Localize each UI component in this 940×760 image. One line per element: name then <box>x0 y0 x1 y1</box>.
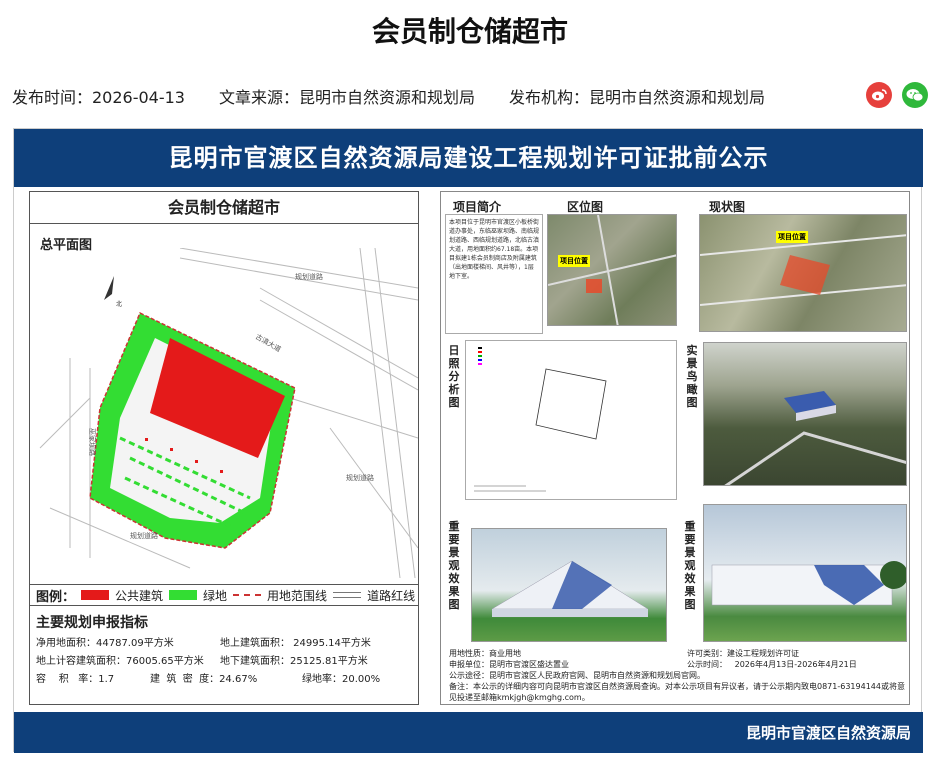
sun-analysis-image <box>465 340 677 500</box>
aerial-view-image <box>703 342 907 486</box>
intro-label: 项目简介 <box>453 200 502 214</box>
render2-label: 重要景观效果图 <box>684 520 696 611</box>
info-license-type: 许可类别：建设工程规划许可证 <box>687 649 799 658</box>
indicator-far: 容 积 率：1.7 <box>36 674 115 685</box>
info-note: 备注：本公示的详细内容可向昆明市官渡区自然资源局查询。对本公示项目有异议者，请于… <box>449 682 905 702</box>
legend-label-green: 绿地 <box>203 588 228 603</box>
legend-title: 图例： <box>36 589 76 605</box>
public-notice-poster: 昆明市官渡区自然资源局建设工程规划许可证批前公示 会员制仓储超市 总平面图 规划… <box>13 128 923 753</box>
info-channel: 公示途径：昆明市官渡区人民政府官网、昆明市自然资源和规划局官网。 <box>449 671 705 680</box>
status-map-label: 现状图 <box>709 200 746 214</box>
project-location-tag: 项目位置 <box>558 255 590 267</box>
svg-text:古滇大道: 古滇大道 <box>254 332 283 354</box>
publisher: 发布机构：昆明市自然资源和规划局 <box>509 88 766 107</box>
legend-swatch-redline <box>333 592 362 598</box>
svg-text:北: 北 <box>116 300 122 308</box>
legend-label-redline: 道路红线 <box>367 588 416 603</box>
poster-banner-title: 昆明市官渡区自然资源局建设工程规划许可证批前公示 <box>14 129 923 187</box>
info-applicant: 申报单位：昆明市官渡区盛达置业 <box>449 660 569 669</box>
indicator-above-area: 地上建筑面积： 24995.14平方米 <box>220 638 371 649</box>
location-map-label: 区位图 <box>567 200 604 214</box>
article-source: 文章来源：昆明市自然资源和规划局 <box>219 88 476 107</box>
wechat-icon <box>906 89 924 102</box>
legend-swatch-green <box>169 590 198 600</box>
render1-image <box>471 528 667 642</box>
render1-label: 重要景观效果图 <box>448 520 460 611</box>
svg-text:巫家坝路: 巫家坝路 <box>88 428 97 456</box>
aerial-view-label: 实景鸟瞰图 <box>686 344 698 409</box>
render2-image <box>703 504 907 642</box>
poster-footer: 昆明市官渡区自然资源局 <box>14 712 923 753</box>
site-plan-drawing: 规划道路 古滇大道 巫家坝路 规划道路 规划道路 北 <box>39 248 418 578</box>
indicator-below-area: 地下建筑面积：25125.81平方米 <box>220 656 368 667</box>
location-map-image: 项目位置 <box>547 214 677 326</box>
north-arrow: 北 <box>104 276 122 308</box>
article-meta: 发布时间：2026-04-13 文章来源：昆明市自然资源和规划局 发布机构：昆明… <box>12 84 765 108</box>
indicator-density: 建 筑 密 度：24.67% <box>150 674 258 685</box>
site-plan-panel: 会员制仓储超市 总平面图 规划道路 古滇大道 巫家坝路 规划道路 规划道路 北 … <box>29 191 419 705</box>
wechat-share-button[interactable] <box>902 82 928 108</box>
indicator-net-land: 净用地面积：44787.09平方米 <box>36 638 174 649</box>
status-location-tag: 项目位置 <box>776 231 808 243</box>
status-map-image: 项目位置 <box>699 214 907 332</box>
sun-analysis-label: 日照分析图 <box>448 344 460 409</box>
project-info-panel: 项目简介 本项目位于昆明市官渡区小板桥街道办事处，东临巫家坝路、南临规划道路、西… <box>440 191 910 705</box>
weibo-icon <box>872 89 887 101</box>
page-title: 会员制仓储超市 <box>371 15 568 48</box>
intro-text: 本项目位于昆明市官渡区小板桥街道办事处，东临巫家坝路、南临规划道路、西临规划道路… <box>445 214 543 334</box>
footer-org: 昆明市官渡区自然资源局 <box>745 724 911 742</box>
legend-swatch-boundary <box>233 594 262 596</box>
indicator-green-ratio: 绿地率：20.00% <box>302 674 381 685</box>
legend-label-public: 公共建筑 <box>115 588 164 603</box>
legend: 图例： 公共建筑 绿地 用地范围线 道路红线 <box>30 584 418 606</box>
info-land-use: 用地性质：商业用地 <box>449 649 521 658</box>
project-title: 会员制仓储超市 <box>30 192 418 224</box>
indicators-title: 主要规划申报指标 <box>36 615 148 631</box>
publish-time: 发布时间：2026-04-13 <box>12 88 185 107</box>
weibo-share-button[interactable] <box>866 82 892 108</box>
legend-swatch-public <box>81 590 110 600</box>
notice-info: 用地性质：商业用地 许可类别：建设工程规划许可证 申报单位：昆明市官渡区盛达置业… <box>449 648 909 703</box>
svg-text:规划道路: 规划道路 <box>346 473 374 482</box>
info-period: 公示时间： 2026年4月13日-2026年4月21日 <box>687 660 857 669</box>
svg-text:规划道路: 规划道路 <box>130 531 158 540</box>
legend-label-boundary: 用地范围线 <box>267 588 328 603</box>
indicator-far-area: 地上计容建筑面积：76005.65平方米 <box>36 656 204 667</box>
svg-text:规划道路: 规划道路 <box>295 272 323 281</box>
